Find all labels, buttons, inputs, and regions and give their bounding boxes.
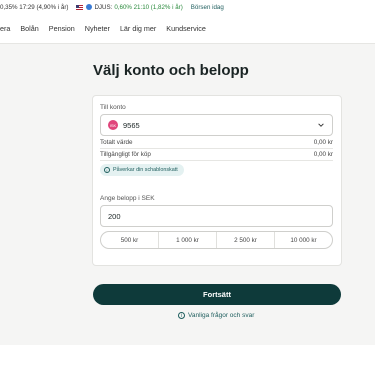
available-value: 0,00 kr — [313, 151, 333, 158]
quick-amount-500[interactable]: 500 kr — [101, 232, 159, 248]
page-footer-band — [0, 345, 375, 383]
faq-link[interactable]: i Vanliga frågor och svar — [178, 312, 254, 319]
main-nav: era Bolån Pension Nyheter Lär dig mer Ku… — [0, 14, 375, 44]
account-number: 9565 — [123, 120, 140, 130]
amount-input[interactable]: 200 — [100, 205, 333, 227]
account-select[interactable]: ISK 9565 — [100, 114, 333, 136]
quick-amount-10000[interactable]: 10 000 kr — [275, 232, 332, 248]
available-row: Tillgängligt för köp 0,00 kr — [100, 149, 333, 161]
total-value-row: Totalt värde 0,00 kr — [100, 137, 333, 149]
nav-item-nyheter[interactable]: Nyheter — [85, 24, 110, 33]
ticker-link-borsen-idag[interactable]: Börsen idag — [191, 4, 224, 11]
quick-amount-1000[interactable]: 1 000 kr — [159, 232, 217, 248]
nav-item-bolan[interactable]: Bolån — [20, 24, 38, 33]
tax-info-text: Påverkar din schablonskatt — [113, 167, 178, 173]
amount-label: Ange belopp i SEK — [100, 195, 155, 202]
ticker-bar: 0,35% 17:29 (4,90% i år) DJUS: 0,60% 21:… — [0, 0, 375, 14]
ticker-djus: DJUS: 0,60% 21:10 (1,82% i år) — [76, 3, 183, 11]
quick-amount-group: 500 kr 1 000 kr 2 500 kr 10 000 kr — [100, 231, 333, 249]
ticker-first: 0,35% 17:29 (4,90% i år) — [0, 3, 69, 11]
page-title: Välj konto och belopp — [93, 62, 249, 79]
continue-button[interactable]: Fortsätt — [93, 284, 341, 305]
nav-item-lar-dig-mer[interactable]: Lär dig mer — [120, 24, 156, 33]
ticker-djus-value: 0,60% 21:10 (1,82% i år) — [114, 3, 183, 11]
ticker-djus-name: DJUS: — [94, 3, 113, 11]
index-icon — [86, 4, 93, 10]
nav-item-spara[interactable]: era — [0, 24, 10, 33]
total-value-label: Totalt värde — [100, 139, 133, 146]
account-amount-card: Till konto ISK 9565 Totalt värde 0,00 kr… — [92, 95, 342, 266]
chevron-down-icon — [318, 123, 324, 127]
tax-info-pill[interactable]: i Påverkar din schablonskatt — [100, 164, 184, 176]
quick-amount-2500[interactable]: 2 500 kr — [217, 232, 275, 248]
account-badge-icon: ISK — [108, 120, 118, 130]
available-label: Tillgängligt för köp — [100, 151, 151, 158]
nav-item-pension[interactable]: Pension — [49, 24, 75, 33]
total-value: 0,00 kr — [313, 139, 333, 146]
info-icon: i — [104, 167, 110, 173]
us-flag-icon — [76, 4, 84, 10]
to-account-label: Till konto — [100, 104, 126, 111]
faq-label: Vanliga frågor och svar — [188, 312, 255, 319]
help-icon: i — [178, 312, 185, 319]
nav-item-kundservice[interactable]: Kundservice — [166, 24, 206, 33]
